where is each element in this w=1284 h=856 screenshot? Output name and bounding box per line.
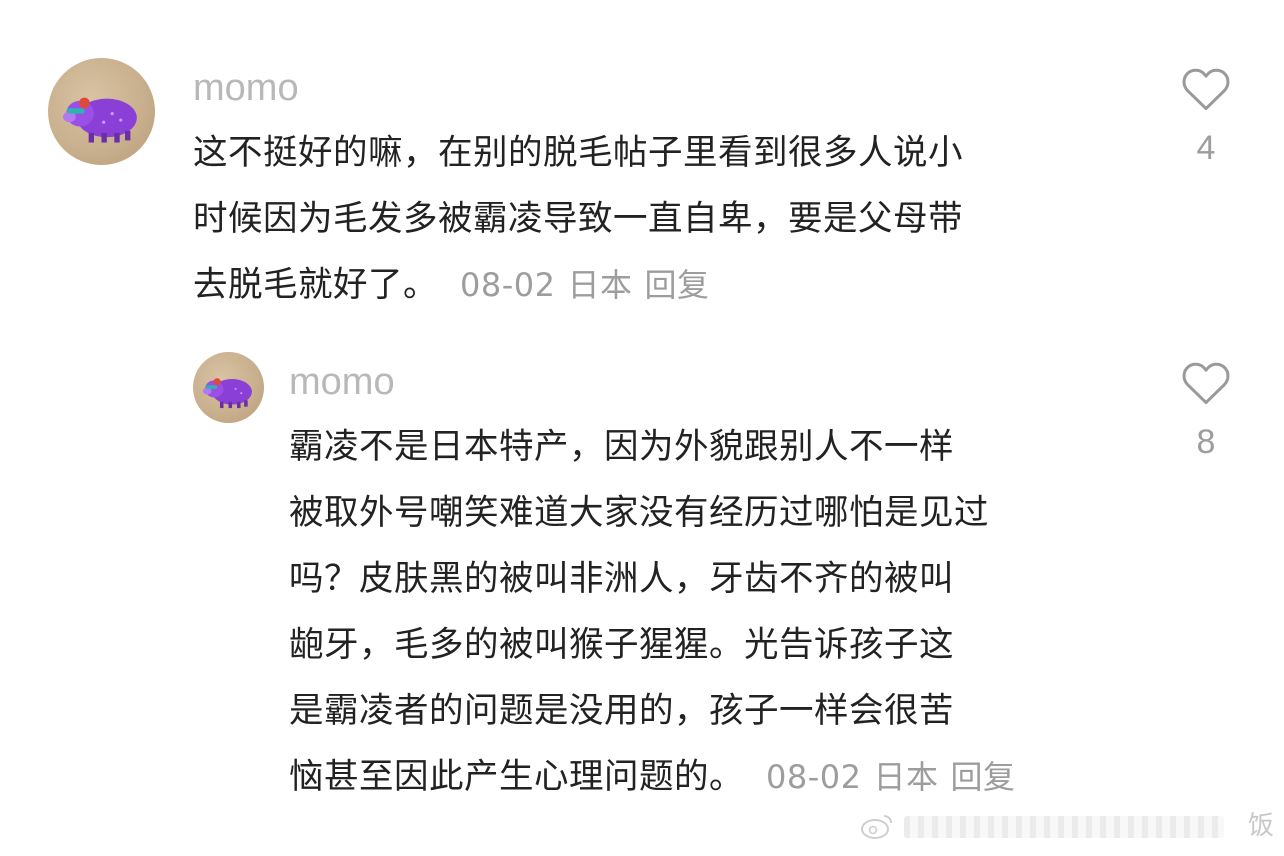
like-button[interactable]: 8 bbox=[1171, 358, 1241, 462]
watermark-text: 饭 bbox=[1248, 811, 1275, 841]
comment-meta: 08-02 日本 回复 bbox=[460, 266, 710, 304]
purple-pig-avatar-icon bbox=[62, 97, 137, 143]
watermark: 饭 bbox=[860, 806, 1280, 846]
comment-date: 08-02 bbox=[460, 266, 556, 304]
comment-text-line: 吗？皮肤黑的被叫非洲人，牙齿不齐的被叫 bbox=[289, 559, 954, 599]
avatar[interactable] bbox=[48, 58, 155, 165]
comment-text-fragment: 恼甚至因此产生心理问题的。 bbox=[289, 757, 744, 797]
reply-text: 霸凌不是日本特产，因为外貌跟别人不一样 被取外号嘲笑难道大家没有经历过哪怕是见过… bbox=[289, 414, 1016, 810]
comment-location: 日本 bbox=[567, 266, 633, 304]
comment-text-line: 恼甚至因此产生心理问题的。 08-02 日本 回复 bbox=[289, 744, 1016, 810]
comment-text-line: 龅牙，毛多的被叫猴子猩猩。光告诉孩子这 bbox=[289, 625, 954, 665]
comment-date: 08-02 bbox=[766, 758, 862, 796]
comment-text-line: 时候因为毛发多被霸凌导致一直自卑，要是父母带 bbox=[193, 199, 963, 239]
watermark-handle-blur bbox=[904, 816, 1224, 838]
comment-text-line: 是霸凌者的问题是没用的，孩子一样会很苦 bbox=[289, 691, 954, 731]
comment-location: 日本 bbox=[873, 758, 939, 796]
reply-button[interactable]: 回复 bbox=[951, 758, 1016, 796]
reply-button[interactable]: 回复 bbox=[645, 266, 710, 304]
comment-item: momo 这不挺好的嘛，在别的脱毛帖子里看到很多人说小 时候因为毛发多被霸凌导致… bbox=[0, 0, 1284, 320]
comment-text-line: 这不挺好的嘛，在别的脱毛帖子里看到很多人说小 bbox=[193, 133, 963, 173]
comment-meta: 08-02 日本 回复 bbox=[766, 758, 1016, 796]
heart-icon bbox=[1182, 68, 1230, 111]
comment-text: 这不挺好的嘛，在别的脱毛帖子里看到很多人说小 时候因为毛发多被霸凌导致一直自卑，… bbox=[193, 120, 963, 318]
reply-username[interactable]: momo bbox=[289, 360, 395, 404]
weibo-logo-icon bbox=[861, 815, 892, 839]
comment-username[interactable]: momo bbox=[193, 66, 299, 110]
comment-text-fragment: 去脱毛就好了。 bbox=[193, 265, 438, 305]
comment-text-line: 被取外号嘲笑难道大家没有经历过哪怕是见过 bbox=[289, 493, 989, 533]
comment-text-line: 去脱毛就好了。 08-02 日本 回复 bbox=[193, 252, 963, 318]
comment-text-line: 霸凌不是日本特产，因为外貌跟别人不一样 bbox=[289, 427, 954, 467]
heart-icon bbox=[1182, 362, 1230, 405]
like-count: 4 bbox=[1196, 129, 1216, 167]
like-button[interactable]: 4 bbox=[1171, 64, 1241, 168]
avatar[interactable] bbox=[193, 352, 264, 423]
like-count: 8 bbox=[1196, 423, 1216, 461]
reply-item: momo 霸凌不是日本特产，因为外貌跟别人不一样 被取外号嘲笑难道大家没有经历过… bbox=[0, 320, 1284, 820]
purple-pig-avatar-icon bbox=[202, 378, 252, 409]
